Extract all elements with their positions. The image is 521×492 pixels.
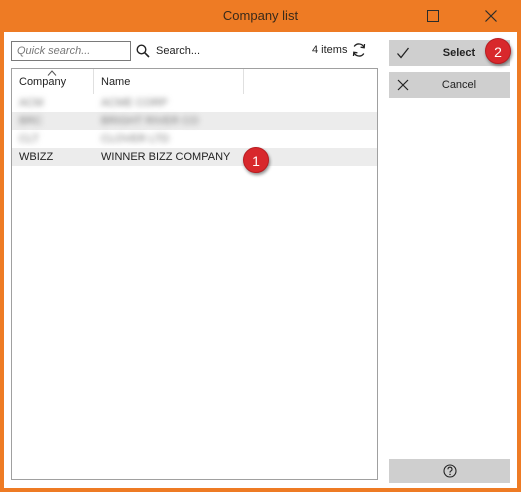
quick-search-input[interactable] bbox=[11, 41, 131, 61]
maximize-button[interactable] bbox=[413, 0, 453, 32]
column-header-name-label: Name bbox=[101, 76, 131, 88]
column-header-company[interactable]: Company bbox=[12, 69, 94, 94]
question-circle-icon bbox=[442, 464, 457, 478]
annotation-badge-1: 1 bbox=[243, 147, 269, 173]
close-icon bbox=[485, 10, 497, 22]
grid-header: Company Name bbox=[12, 69, 377, 94]
maximize-icon bbox=[427, 10, 439, 22]
table-row[interactable]: CLT CLOVER LTD bbox=[12, 130, 377, 148]
table-row[interactable]: ACM ACME CORP bbox=[12, 94, 377, 112]
items-count: 4 items bbox=[312, 44, 348, 56]
cell-name: CLOVER LTD bbox=[101, 133, 170, 145]
table-row[interactable]: BRC BRIGHT RIVER CO bbox=[12, 112, 377, 130]
table-row[interactable]: WBIZZ WINNER BIZZ COMPANY bbox=[12, 148, 377, 166]
cancel-button[interactable]: Cancel bbox=[389, 72, 510, 98]
column-header-company-label: Company bbox=[19, 76, 67, 88]
column-header-name[interactable]: Name bbox=[94, 69, 244, 94]
cell-company: ACM bbox=[19, 97, 44, 109]
cell-name: WINNER BIZZ COMPANY bbox=[101, 151, 231, 163]
cell-name: BRIGHT RIVER CO bbox=[101, 115, 199, 127]
company-list-window: Company list Search... 4 items bbox=[0, 0, 521, 492]
checkmark-icon bbox=[397, 47, 410, 59]
x-icon bbox=[397, 79, 409, 91]
company-grid: Company Name ACM ACME CORP BRC BRIGHT RI… bbox=[11, 68, 378, 480]
title-bar[interactable]: Company list bbox=[0, 0, 521, 32]
help-button[interactable] bbox=[389, 459, 510, 483]
magnifier-icon bbox=[136, 44, 150, 58]
search-button[interactable]: Search... bbox=[136, 41, 200, 61]
refresh-icon[interactable] bbox=[351, 42, 367, 58]
cell-company: BRC bbox=[19, 115, 43, 127]
cell-name: ACME CORP bbox=[101, 97, 168, 109]
search-label: Search... bbox=[156, 45, 201, 57]
dialog-body: Search... 4 items Company Name bbox=[4, 32, 517, 488]
cancel-button-label: Cancel bbox=[441, 79, 477, 91]
close-button[interactable] bbox=[471, 0, 511, 32]
sort-ascending-icon bbox=[47, 70, 57, 76]
cell-company: CLT bbox=[19, 133, 39, 145]
cell-company: WBIZZ bbox=[19, 151, 54, 163]
annotation-badge-2: 2 bbox=[485, 38, 511, 64]
